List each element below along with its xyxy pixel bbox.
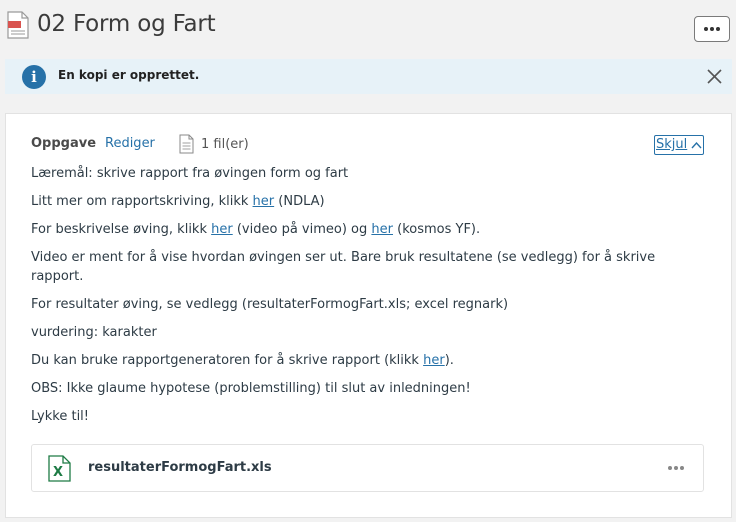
alert-message: En kopi er opprettet.: [58, 68, 200, 82]
card-header: Oppgave Rediger 1 fil(er) Skjul: [31, 134, 711, 158]
kosmos-link[interactable]: her: [371, 222, 393, 237]
text: (video på vimeo) og: [232, 222, 372, 237]
text: Litt mer om rapportskriving, klikk: [31, 194, 253, 209]
hide-label: Skjul: [656, 137, 688, 152]
text: OBS: Ikke glaume hypotese (problemstilli…: [31, 381, 471, 396]
paragraph: Lykke til!: [31, 407, 711, 426]
paragraph: For beskrivelse øving, klikk her (video …: [31, 220, 711, 239]
edit-link[interactable]: Rediger: [105, 136, 155, 151]
more-dot: [668, 466, 672, 470]
report-generator-link[interactable]: her: [423, 353, 445, 368]
page-header: 02 Form og Fart: [0, 0, 736, 52]
chevron-up-icon: [691, 141, 702, 149]
paragraph: vurdering: karakter: [31, 323, 711, 342]
text: For resultater øving, se vedlegg (result…: [31, 297, 509, 312]
more-dot: [716, 27, 720, 31]
more-options-button[interactable]: [694, 16, 730, 42]
paragraph: For resultater øving, se vedlegg (result…: [31, 295, 711, 314]
text: Læremål: skrive rapport fra øvingen form…: [31, 166, 349, 181]
text: Lykke til!: [31, 409, 89, 424]
page-title: 02 Form og Fart: [37, 11, 216, 37]
text: ).: [444, 353, 454, 368]
svg-text:X: X: [53, 465, 63, 480]
paragraph: Du kan bruke rapportgeneratoren for å sk…: [31, 351, 711, 370]
text: Video er ment for å vise hvordan øvingen…: [31, 250, 656, 284]
file-icon: [179, 134, 194, 154]
text: Du kan bruke rapportgeneratoren for å sk…: [31, 353, 424, 368]
more-dots-icon[interactable]: [668, 466, 686, 472]
paragraph: OBS: Ikke glaume hypotese (problemstilli…: [31, 379, 711, 398]
info-alert: i En kopi er opprettet.: [5, 59, 732, 94]
assignment-card: Oppgave Rediger 1 fil(er) Skjul Læremål:…: [5, 113, 732, 518]
text: (kosmos YF).: [392, 222, 481, 237]
more-dot: [680, 466, 684, 470]
more-dot: [674, 466, 678, 470]
document-icon: [7, 11, 29, 39]
vimeo-link[interactable]: her: [211, 222, 233, 237]
ndla-link[interactable]: her: [253, 194, 275, 209]
info-icon: i: [22, 65, 46, 89]
attachment-item[interactable]: X resultaterFormogFart.xls: [31, 444, 704, 492]
more-dots-icon: [704, 27, 708, 31]
text: (NDLA): [274, 194, 325, 209]
text: vurdering: karakter: [31, 325, 157, 340]
excel-file-icon: X: [48, 455, 71, 482]
files-count[interactable]: 1 fil(er): [201, 137, 249, 152]
paragraph: Læremål: skrive rapport fra øvingen form…: [31, 164, 711, 183]
attachment-name[interactable]: resultaterFormogFart.xls: [88, 460, 272, 475]
card-label: Oppgave: [31, 136, 97, 151]
close-icon[interactable]: [706, 68, 723, 85]
text: For beskrivelse øving, klikk: [31, 222, 212, 237]
assignment-description: Læremål: skrive rapport fra øvingen form…: [31, 164, 711, 435]
hide-button[interactable]: Skjul: [654, 135, 705, 155]
more-dot: [710, 27, 714, 31]
paragraph: Litt mer om rapportskriving, klikk her (…: [31, 192, 711, 211]
paragraph: Video er ment for å vise hvordan øvingen…: [31, 248, 711, 286]
